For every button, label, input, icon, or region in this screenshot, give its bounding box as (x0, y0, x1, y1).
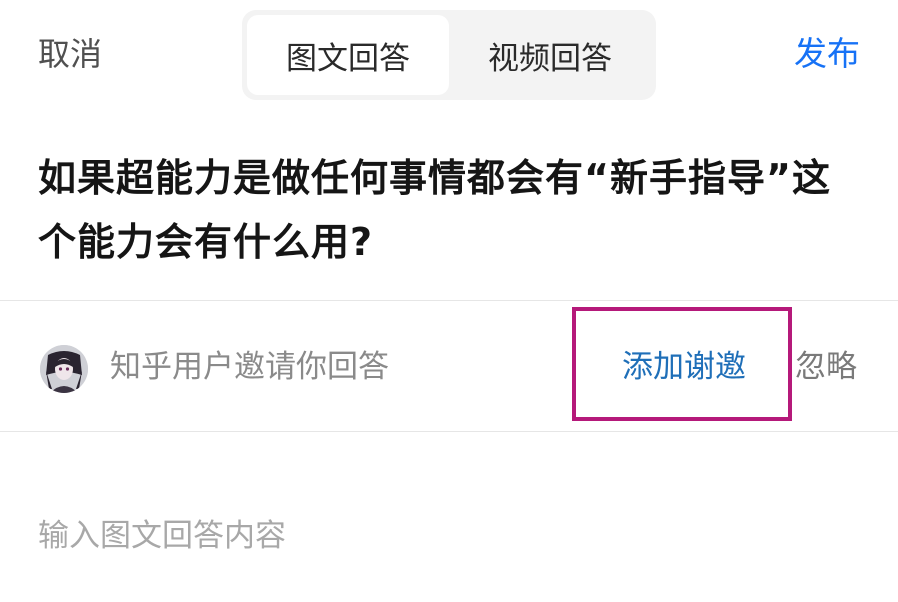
user-avatar-icon (40, 345, 88, 393)
tab-image-text-answer[interactable]: 图文回答 (247, 15, 449, 95)
tab-video-answer[interactable]: 视频回答 (449, 15, 651, 95)
publish-button[interactable]: 发布 (794, 32, 860, 76)
divider (0, 431, 898, 432)
answer-content-input[interactable] (38, 510, 868, 562)
invite-message: 知乎用户邀请你回答 (110, 349, 389, 385)
add-thanks-button[interactable]: 添加谢邀 (622, 345, 746, 389)
cancel-button[interactable]: 取消 (38, 32, 102, 76)
invite-row: 知乎用户邀请你回答 添加谢邀 忽略 (0, 301, 898, 431)
top-bar: 取消 图文回答 视频回答 发布 (0, 0, 898, 110)
ignore-button[interactable]: 忽略 (795, 345, 857, 389)
question-title: 如果超能力是做任何事情都会有“新手指导”这个能力会有什么用? (38, 156, 831, 264)
answer-type-switcher: 图文回答 视频回答 (242, 10, 656, 100)
